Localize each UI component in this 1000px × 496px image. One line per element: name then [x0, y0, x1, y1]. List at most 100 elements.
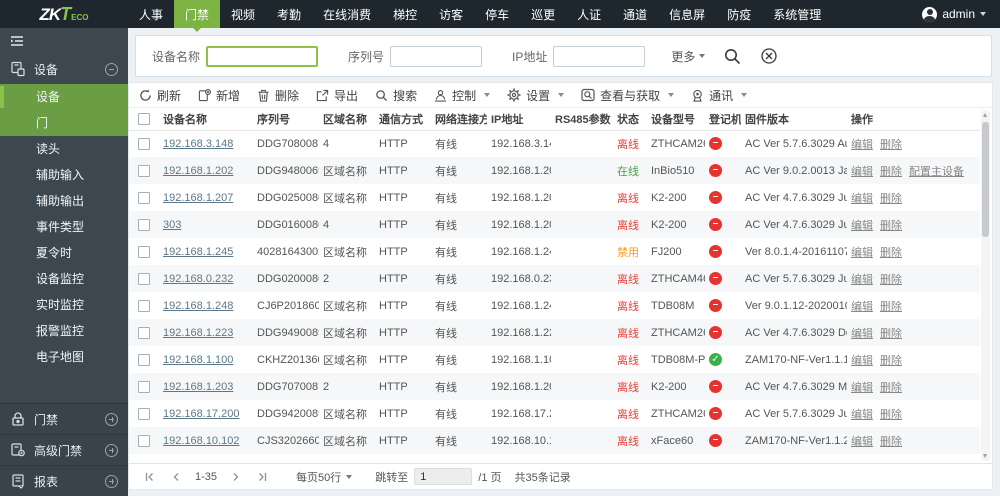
expand-plus-icon[interactable]: [105, 412, 118, 426]
settings-button[interactable]: 设置: [507, 87, 565, 104]
nav-item[interactable]: 门禁: [174, 0, 221, 32]
sidebar-item[interactable]: 实时监控: [0, 292, 128, 318]
row-checkbox[interactable]: [138, 326, 150, 339]
delete-link[interactable]: 删除: [880, 301, 902, 313]
nav-item[interactable]: 人事: [128, 0, 174, 28]
device-name-link[interactable]: 192.168.1.207: [163, 192, 233, 204]
row-checkbox[interactable]: [138, 164, 150, 177]
nav-item[interactable]: 视频: [220, 0, 266, 28]
last-page-button[interactable]: [253, 472, 271, 482]
edit-link[interactable]: 编辑: [851, 220, 873, 232]
per-page-select[interactable]: 每页50行: [296, 469, 353, 485]
edit-link[interactable]: 编辑: [851, 193, 873, 205]
vertical-scrollbar[interactable]: [981, 110, 990, 461]
prev-page-button[interactable]: [168, 472, 184, 482]
first-page-button[interactable]: [141, 472, 159, 482]
edit-link[interactable]: 编辑: [851, 328, 873, 340]
delete-link[interactable]: 删除: [880, 328, 902, 340]
device-name-link[interactable]: 192.168.0.232: [163, 273, 233, 285]
delete-button[interactable]: 删除: [257, 87, 299, 104]
nav-item[interactable]: 考勤: [266, 0, 312, 28]
edit-link[interactable]: 编辑: [851, 274, 873, 286]
sidebar-item[interactable]: 读头: [0, 136, 128, 162]
device-name-link[interactable]: 192.168.10.102: [163, 435, 239, 447]
sidebar-group-reports[interactable]: 报表: [0, 465, 128, 496]
row-checkbox[interactable]: [138, 407, 150, 420]
ip-filter-input[interactable]: [553, 45, 646, 67]
sidebar-item[interactable]: 电子地图: [0, 344, 128, 370]
device-name-link[interactable]: 192.168.17.200: [163, 408, 239, 420]
sidebar-item[interactable]: 设备监控: [0, 266, 128, 292]
delete-link[interactable]: 删除: [880, 409, 902, 421]
delete-link[interactable]: 删除: [880, 436, 902, 448]
nav-item[interactable]: 通道: [612, 0, 658, 28]
row-checkbox[interactable]: [138, 245, 150, 258]
delete-link[interactable]: 删除: [880, 193, 902, 205]
row-checkbox[interactable]: [138, 137, 150, 150]
sidebar-item[interactable]: 辅助输出: [0, 188, 128, 214]
nav-item[interactable]: 系统管理: [762, 0, 832, 28]
row-checkbox[interactable]: [138, 353, 150, 366]
edit-link[interactable]: 编辑: [851, 409, 873, 421]
device-name-link[interactable]: 192.168.1.202: [163, 165, 233, 177]
expand-plus-icon[interactable]: [105, 474, 118, 488]
scroll-up-icon[interactable]: [983, 113, 987, 117]
delete-link[interactable]: 删除: [880, 166, 902, 178]
expand-plus-icon[interactable]: [105, 443, 118, 457]
sidebar-item[interactable]: 设备: [0, 84, 128, 110]
nav-item[interactable]: 梯控: [382, 0, 428, 28]
nav-item[interactable]: 停车: [474, 0, 520, 28]
collapse-minus-icon[interactable]: [105, 62, 118, 76]
sidebar-item[interactable]: 报警监控: [0, 318, 128, 344]
nav-item[interactable]: 信息屏: [658, 0, 716, 28]
serial-filter-input[interactable]: [390, 45, 483, 67]
search-icon[interactable]: [723, 47, 742, 66]
sidebar-item[interactable]: 夏令时: [0, 240, 128, 266]
add-button[interactable]: 新增: [198, 87, 240, 104]
sidebar-group-access[interactable]: 门禁: [0, 403, 128, 434]
export-button[interactable]: 导出: [316, 87, 358, 104]
device-name-link[interactable]: 192.168.1.223: [163, 327, 233, 339]
sidebar-group-device[interactable]: 设备: [0, 54, 128, 84]
row-checkbox[interactable]: [138, 299, 150, 312]
edit-link[interactable]: 编辑: [851, 301, 873, 313]
more-filters-button[interactable]: 更多: [671, 48, 706, 65]
sidebar-item[interactable]: 门: [0, 110, 128, 136]
control-button[interactable]: 控制: [434, 87, 491, 104]
device-name-filter-input[interactable]: [206, 45, 319, 67]
nav-item[interactable]: 防疫: [716, 0, 762, 28]
edit-link[interactable]: 编辑: [851, 382, 873, 394]
nav-item[interactable]: 在线消费: [312, 0, 382, 28]
device-name-link[interactable]: 192.168.1.100: [163, 354, 233, 366]
nav-item[interactable]: 人证: [566, 0, 612, 28]
device-name-link[interactable]: 192.168.1.248: [163, 300, 233, 312]
edit-link[interactable]: 编辑: [851, 355, 873, 367]
clear-filters-icon[interactable]: [760, 47, 778, 65]
device-name-link[interactable]: 303: [163, 219, 181, 231]
delete-link[interactable]: 删除: [880, 220, 902, 232]
comms-button[interactable]: 通讯: [691, 87, 748, 104]
device-name-link[interactable]: 192.168.1.203: [163, 381, 233, 393]
scroll-down-icon[interactable]: [983, 454, 987, 458]
next-page-button[interactable]: [228, 472, 244, 482]
view-get-button[interactable]: 查看与获取: [581, 87, 675, 104]
table-search-button[interactable]: 搜索: [375, 87, 417, 104]
select-all-checkbox[interactable]: [138, 112, 150, 125]
nav-item[interactable]: 访客: [428, 0, 474, 28]
delete-link[interactable]: 删除: [880, 382, 902, 394]
delete-link[interactable]: 删除: [880, 139, 902, 151]
edit-link[interactable]: 编辑: [851, 247, 873, 259]
configure-master-link[interactable]: 配置主设备: [909, 166, 964, 178]
edit-link[interactable]: 编辑: [851, 139, 873, 151]
device-name-link[interactable]: 192.168.1.245: [163, 246, 233, 258]
nav-item[interactable]: 巡更: [520, 0, 566, 28]
sidebar-group-advanced-access[interactable]: 高级门禁: [0, 434, 128, 465]
row-checkbox[interactable]: [138, 272, 150, 285]
user-menu[interactable]: admin: [922, 6, 1000, 22]
scrollbar-thumb[interactable]: [982, 122, 989, 237]
sidebar-item[interactable]: 事件类型: [0, 214, 128, 240]
device-name-link[interactable]: 192.168.3.148: [163, 138, 233, 150]
refresh-button[interactable]: 刷新: [139, 87, 181, 104]
menu-collapse-icon[interactable]: [9, 33, 25, 49]
edit-link[interactable]: 编辑: [851, 436, 873, 448]
